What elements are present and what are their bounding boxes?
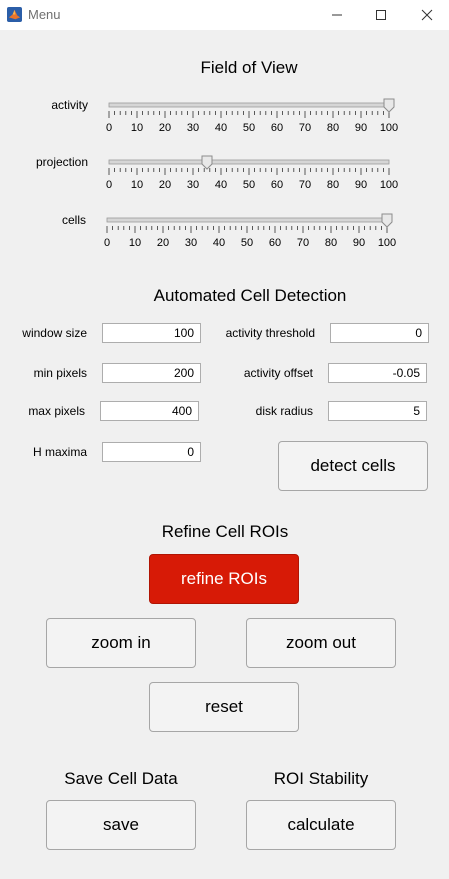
refine-rois-button[interactable]: refine ROIs	[149, 554, 299, 604]
slider-thumb[interactable]	[201, 155, 213, 170]
disk-radius-label: disk radius	[255, 404, 313, 418]
activity-threshold-input[interactable]: 0	[330, 323, 429, 343]
min-pixels-input[interactable]: 200	[102, 363, 201, 383]
reset-button[interactable]: reset	[149, 682, 299, 732]
window-size-input[interactable]: 100	[102, 323, 201, 343]
slider-tick-label: 80	[325, 237, 337, 249]
slider-tick-label: 40	[215, 122, 227, 134]
slider-thumb[interactable]	[381, 213, 393, 228]
close-button[interactable]	[404, 0, 449, 30]
slider-tick-label: 60	[271, 122, 283, 134]
save-button[interactable]: save	[46, 800, 196, 850]
slider-tick-label: 10	[129, 237, 141, 249]
slider-tick-label: 80	[327, 122, 339, 134]
detect-cells-button[interactable]: detect cells	[278, 441, 428, 491]
slider-tick-label: 40	[215, 179, 227, 191]
slider-tick-label: 30	[185, 237, 197, 249]
slider-tick-label: 80	[327, 179, 339, 191]
slider-tick-label: 50	[243, 179, 255, 191]
title-bar: Menu	[0, 0, 449, 30]
slider-thumb[interactable]	[383, 98, 395, 113]
slider-tick-label: 90	[355, 122, 367, 134]
slider-tick-label: 30	[187, 122, 199, 134]
slider-tick-label: 60	[269, 237, 281, 249]
slider-tick-label: 40	[213, 237, 225, 249]
cells-slider[interactable]: 0 10 20 30 40 50 60 70 80 90 100	[102, 211, 402, 251]
slider-tick-label: 70	[297, 237, 309, 249]
slider-track[interactable]	[108, 102, 390, 108]
window-title: Menu	[28, 7, 61, 22]
slider-tick-label: 0	[106, 179, 112, 191]
slider-graphic: 0 10 20 30 40 50 60 70 80 90 100	[106, 98, 398, 134]
slider-track[interactable]	[106, 217, 388, 223]
slider-tick-label: 0	[106, 122, 112, 134]
minimize-icon	[331, 14, 342, 16]
activity-slider-label: activity	[51, 98, 88, 112]
zoom-out-button[interactable]: zoom out	[246, 618, 396, 668]
save-cell-data-heading: Save Cell Data	[64, 769, 178, 788]
activity-slider[interactable]: 0 10 20 30 40 50 60 70 80 90 100	[104, 96, 404, 136]
slider-tick-label: 20	[157, 237, 169, 249]
field-of-view-heading: Field of View	[200, 58, 298, 77]
slider-graphic: 0 10 20 30 40 50 60 70 80 90 100	[106, 155, 398, 191]
slider-tick-label: 70	[299, 179, 311, 191]
max-pixels-label: max pixels	[28, 404, 85, 418]
cells-slider-label: cells	[61, 213, 86, 227]
slider-tick-label: 70	[299, 122, 311, 134]
slider-graphic: 0 10 20 30 40 50 60 70 80 90 100	[104, 213, 396, 249]
slider-tick-label: 90	[353, 237, 365, 249]
slider-track[interactable]	[108, 159, 390, 165]
window-size-label: window size	[22, 326, 87, 340]
maximize-button[interactable]	[358, 0, 403, 30]
disk-radius-input[interactable]: 5	[328, 401, 427, 421]
slider-tick-label: 30	[187, 179, 199, 191]
slider-tick-label: 0	[104, 237, 110, 249]
slider-tick-label: 90	[355, 179, 367, 191]
slider-tick-label: 50	[241, 237, 253, 249]
min-pixels-label: min pixels	[33, 366, 87, 380]
projection-slider-label: projection	[35, 155, 88, 169]
zoom-in-button[interactable]: zoom in	[46, 618, 196, 668]
roi-stability-heading: ROI Stability	[273, 769, 369, 788]
maximize-icon	[375, 10, 386, 20]
slider-tick-label: 20	[159, 122, 171, 134]
activity-offset-input[interactable]: -0.05	[328, 363, 427, 383]
activity-threshold-label: activity threshold	[225, 326, 315, 340]
h-maxima-input[interactable]: 0	[102, 442, 201, 462]
close-icon	[421, 9, 432, 21]
slider-tick-label: 10	[131, 122, 143, 134]
cell-detection-heading: Automated Cell Detection	[153, 286, 347, 305]
refine-rois-heading: Refine Cell ROIs	[161, 522, 289, 541]
calculate-button[interactable]: calculate	[246, 800, 396, 850]
slider-tick-label: 100	[380, 179, 398, 191]
matlab-icon	[7, 7, 22, 22]
minimize-button[interactable]	[314, 0, 359, 30]
h-maxima-label: H maxima	[32, 445, 87, 459]
activity-offset-label: activity offset	[243, 366, 313, 380]
projection-slider[interactable]: 0 10 20 30 40 50 60 70 80 90 100	[104, 153, 404, 193]
slider-tick-label: 10	[131, 179, 143, 191]
slider-tick-label: 60	[271, 179, 283, 191]
slider-tick-label: 20	[159, 179, 171, 191]
slider-tick-label: 50	[243, 122, 255, 134]
max-pixels-input[interactable]: 400	[100, 401, 199, 421]
slider-tick-label: 100	[378, 237, 396, 249]
slider-tick-label: 100	[380, 122, 398, 134]
